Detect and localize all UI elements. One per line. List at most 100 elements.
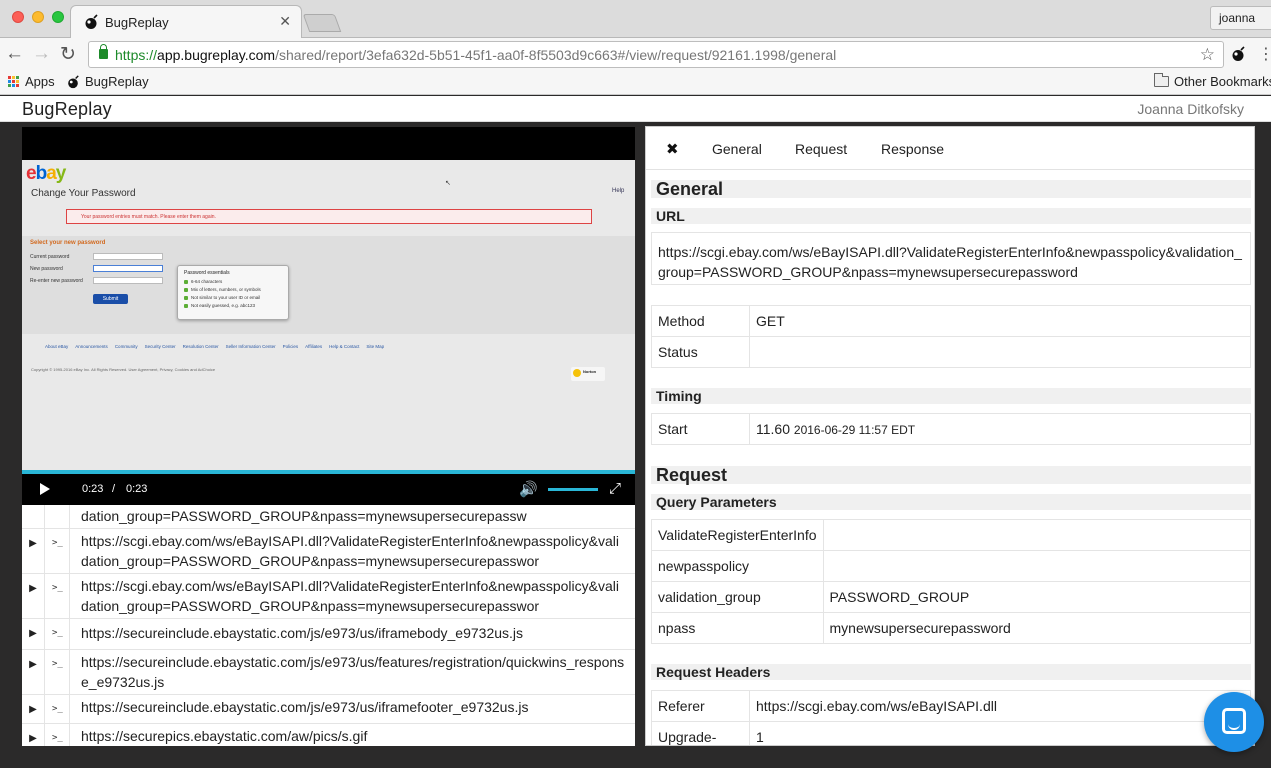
query-param-row: validation_group PASSWORD_GROUP — [651, 581, 1251, 613]
request-row[interactable]: ▶ >_ https://scgi.ebay.com/ws/eBayISAPI.… — [22, 574, 635, 619]
frame-link: Community — [114, 344, 138, 349]
expand-arrow-icon[interactable]: ▶ — [22, 505, 44, 528]
request-row[interactable]: ▶ >_ https://secureinclude.ebaystatic.co… — [22, 619, 635, 650]
query-params-table: ValidateRegisterEnterInfo newpasspolicy … — [651, 519, 1251, 644]
url-heading: URL — [651, 208, 1251, 224]
close-window-button[interactable] — [12, 11, 24, 23]
url-scheme: https:// — [115, 47, 158, 63]
request-row[interactable]: ▶ >_ https://secureinclude.ebaystatic.co… — [22, 650, 635, 695]
bugreplay-logo-icon — [85, 14, 98, 29]
request-url[interactable]: https://securepics.ebaystatic.com/aw/pic… — [70, 724, 635, 746]
request-url[interactable]: https://secureinclude.ebaystatic.com/js/… — [70, 650, 635, 694]
request-row[interactable]: ▶ >_ https://securepics.ebaystatic.com/a… — [22, 724, 635, 746]
brand-logo[interactable]: BugReplay — [22, 99, 112, 120]
address-bar[interactable]: https://app.bugreplay.com/shared/report/… — [88, 41, 1224, 68]
query-param-row: ValidateRegisterEnterInfo — [651, 519, 1251, 551]
app-header: BugReplay Joanna Ditkofsky — [0, 96, 1271, 122]
video-player[interactable]: ebay Change Your Password Help ↖ Your pa… — [22, 127, 635, 505]
frame-input — [93, 265, 163, 272]
user-menu[interactable]: Joanna Ditkofsky — [1137, 101, 1244, 117]
frame-tip-item: Not similar to your user ID or email — [184, 294, 282, 302]
frame-link: Policies — [282, 344, 299, 349]
frame-link: Security Center — [144, 344, 176, 349]
query-param-name: newpasspolicy — [651, 550, 824, 582]
general-heading: General — [651, 180, 1251, 198]
method-label: Method — [651, 305, 750, 337]
request-inspector: ✖ General Request Response General URL h… — [645, 126, 1255, 746]
minimize-window-button[interactable] — [32, 11, 44, 23]
request-row[interactable]: ▶ >_ https://scgi.ebay.com/ws/eBayISAPI.… — [22, 529, 635, 574]
ebay-logo: ebay — [26, 163, 66, 184]
start-label: Start — [651, 413, 750, 445]
bookmark-other[interactable]: Other Bookmarks — [1154, 73, 1271, 89]
apps-grid-icon — [8, 75, 20, 88]
profile-button[interactable]: joanna — [1210, 6, 1271, 30]
request-headers-heading: Request Headers — [651, 664, 1251, 680]
method-value: GET — [749, 305, 1251, 337]
request-url[interactable]: https://secureinclude.ebaystatic.com/js/… — [70, 695, 635, 723]
frame-copyright: Copyright © 1995-2016 eBay Inc. All Righ… — [31, 367, 216, 372]
terminal-icon: >_ — [44, 724, 70, 746]
query-param-name: npass — [651, 612, 824, 644]
play-icon[interactable] — [40, 483, 50, 495]
url-host: app.bugreplay.com — [157, 47, 276, 63]
frame-link: Affiliates — [305, 344, 323, 349]
bookmark-bugreplay[interactable]: BugReplay — [66, 74, 149, 89]
start-cell: 11.60 2016-06-29 11:57 EDT — [749, 413, 1251, 445]
request-row[interactable]: ▶ >_ https://secureinclude.ebaystatic.co… — [22, 695, 635, 724]
frame-password-section: Select your new password Current passwor… — [22, 236, 635, 334]
request-url[interactable]: https://scgi.ebay.com/ws/eBayISAPI.dll?V… — [70, 574, 635, 618]
header-name: Referer — [651, 690, 750, 722]
browser-menu-icon[interactable]: ⋮ — [1258, 44, 1271, 64]
query-param-value: mynewsupersecurepassword — [822, 612, 1251, 644]
expand-arrow-icon[interactable]: ▶ — [22, 529, 44, 573]
tab-general[interactable]: General — [712, 141, 762, 157]
frame-label: Current password — [30, 254, 70, 260]
request-url[interactable]: https://scgi.ebay.com/ws/eBayISAPI.dll?V… — [70, 505, 635, 528]
zoom-window-button[interactable] — [52, 11, 64, 23]
tab-close-icon[interactable]: ✕ — [279, 13, 291, 30]
bookmark-apps[interactable]: Apps — [8, 74, 55, 89]
expand-arrow-icon[interactable]: ▶ — [22, 724, 44, 746]
close-icon[interactable]: ✖ — [666, 140, 679, 158]
lock-icon — [99, 44, 108, 59]
browser-tab[interactable]: BugReplay ✕ — [70, 5, 302, 39]
bugreplay-logo-icon — [68, 74, 79, 88]
mouse-cursor-icon: ↖ — [445, 180, 451, 187]
new-tab-button[interactable] — [302, 14, 342, 32]
bookmark-star-icon[interactable]: ☆ — [1200, 45, 1215, 65]
browser-tab-bar: BugReplay ✕ joanna — [0, 0, 1271, 39]
request-heading: Request — [651, 466, 1251, 484]
reload-icon[interactable]: ↻ — [60, 43, 76, 66]
video-controls: 0:23 / 0:23 🔊 ⤢ — [22, 474, 635, 505]
frame-label: New password — [30, 266, 63, 272]
request-rows: ▶ >_ https://scgi.ebay.com/ws/eBayISAPI.… — [22, 505, 635, 746]
chat-launcher-button[interactable] — [1204, 692, 1264, 752]
request-list[interactable]: ▶ >_ https://scgi.ebay.com/ws/eBayISAPI.… — [22, 505, 635, 746]
frame-tip-item: Mix of letters, numbers, or symbols — [184, 286, 282, 294]
expand-arrow-icon[interactable]: ▶ — [22, 695, 44, 723]
frame-section-title: Select your new password — [30, 240, 106, 246]
bookmarks-bar: Apps BugReplay Other Bookmarks — [0, 70, 1271, 95]
general-table: Method GET Status — [651, 305, 1251, 368]
video-frame: ebay Change Your Password Help ↖ Your pa… — [22, 160, 635, 470]
frame-link: Resolution Center — [182, 344, 219, 349]
terminal-icon: >_ — [44, 619, 70, 649]
expand-arrow-icon[interactable]: ▶ — [22, 619, 44, 649]
request-row[interactable]: ▶ >_ https://scgi.ebay.com/ws/eBayISAPI.… — [22, 505, 635, 529]
tab-response[interactable]: Response — [881, 141, 944, 157]
volume-icon[interactable]: 🔊 — [519, 480, 538, 498]
bugreplay-extension-icon[interactable] — [1230, 46, 1246, 62]
back-arrow-icon[interactable]: ← — [5, 43, 24, 65]
fullscreen-icon[interactable]: ⤢ — [609, 480, 621, 497]
request-url[interactable]: https://scgi.ebay.com/ws/eBayISAPI.dll?V… — [70, 529, 635, 573]
forward-arrow-icon[interactable]: → — [32, 43, 51, 65]
inspector-tabs: ✖ General Request Response — [646, 127, 1254, 170]
volume-slider[interactable] — [548, 488, 598, 491]
expand-arrow-icon[interactable]: ▶ — [22, 650, 44, 694]
tab-request[interactable]: Request — [795, 141, 847, 157]
request-url[interactable]: https://secureinclude.ebaystatic.com/js/… — [70, 619, 635, 649]
expand-arrow-icon[interactable]: ▶ — [22, 574, 44, 618]
folder-icon — [1154, 73, 1169, 87]
address-url[interactable]: https://app.bugreplay.com/shared/report/… — [115, 47, 836, 63]
